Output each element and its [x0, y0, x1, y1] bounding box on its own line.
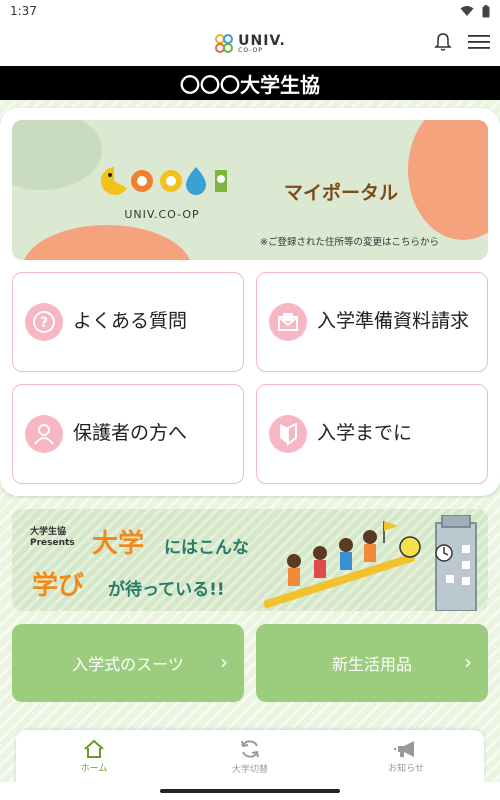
banner-heading-2-rest: が待っている!!	[108, 580, 225, 600]
nav-switch-label: 大学切替	[231, 764, 268, 775]
nav-switch-university[interactable]: 大学切替	[172, 730, 328, 782]
megaphone-icon	[394, 740, 414, 757]
portal-logo-text: UNIV.CO-OP	[124, 208, 200, 221]
logo-text: UNIV.	[238, 33, 286, 49]
banner-presenter: 大学生協 Presents	[30, 527, 75, 549]
learning-banner[interactable]: 大学生協 Presents 大学 にはこんな 学び が待っている!!	[12, 509, 488, 611]
clock-tower-illustration	[435, 515, 477, 611]
wifi-icon	[460, 6, 474, 16]
decor-blob	[12, 120, 102, 190]
decor-blob	[408, 120, 488, 240]
app-header: UNIV. CO-OP	[0, 22, 500, 66]
new-life-goods-label: 新生活用品	[331, 655, 412, 674]
decor-blob	[22, 225, 192, 260]
coop-dots-icon	[215, 34, 234, 53]
portal-title: マイポータル	[284, 182, 399, 204]
for-parents-tile[interactable]: 保護者の方へ	[12, 384, 244, 484]
before-enrollment-tile[interactable]: 入学までに	[256, 384, 488, 484]
coop-characters-icon	[100, 167, 227, 195]
status-bar: 1:37	[0, 0, 500, 22]
univ-coop-logo: UNIV. CO-OP	[214, 33, 286, 55]
person-icon	[25, 415, 63, 453]
before-enrollment-label: 入学までに	[317, 422, 413, 445]
nav-notices-label: お知らせ	[388, 763, 424, 774]
request-materials-label: 入学準備資料請求	[317, 310, 470, 333]
svg-text:?: ?	[40, 315, 48, 331]
status-time: 1:37	[10, 4, 37, 18]
banner-presenter-label: Presents	[30, 537, 75, 548]
for-parents-label: 保護者の方へ	[73, 422, 188, 445]
logo-subtext: CO-OP	[238, 47, 263, 54]
page-title: 〇〇〇大学生協	[0, 66, 500, 100]
entrance-suit-button[interactable]: 入学式のスーツ ›	[12, 624, 244, 702]
students-illustration	[264, 521, 421, 609]
status-icons	[460, 4, 490, 18]
system-nav-bar	[0, 782, 500, 800]
bottom-nav: ホーム 大学切替 お知らせ	[16, 730, 484, 782]
nav-home[interactable]: ホーム	[16, 730, 172, 782]
banner-heading-1: 大学	[92, 529, 145, 559]
my-portal-card[interactable]: UNIV.CO-OP マイポータル ※ご登録された住所等の変更はこちらから	[12, 120, 488, 260]
battery-icon	[482, 4, 490, 17]
mail-icon	[269, 303, 307, 341]
menu-icon[interactable]	[468, 34, 490, 50]
nav-notices[interactable]: お知らせ	[328, 730, 484, 782]
request-materials-tile[interactable]: 入学準備資料請求	[256, 272, 488, 372]
question-icon: ?	[25, 303, 63, 341]
banner-presenter-name: 大学生協	[30, 527, 67, 537]
home-icon	[84, 739, 104, 758]
faq-tile[interactable]: ? よくある質問	[12, 272, 244, 372]
banner-heading-1-rest: にはこんな	[164, 538, 249, 558]
new-life-goods-button[interactable]: 新生活用品 ›	[256, 624, 488, 702]
portal-note: ※ご登録された住所等の変更はこちらから	[260, 237, 439, 248]
beginner-mark-icon	[269, 415, 307, 453]
bell-icon[interactable]	[434, 32, 452, 52]
entrance-suit-label: 入学式のスーツ	[72, 655, 184, 674]
chevron-right-icon: ›	[464, 650, 472, 674]
refresh-icon	[241, 739, 259, 758]
chevron-right-icon: ›	[220, 650, 228, 674]
nav-home-label: ホーム	[80, 763, 108, 774]
coop-logo: UNIV.CO-OP	[97, 164, 227, 221]
banner-heading-2: 学び	[32, 571, 85, 601]
faq-label: よくある質問	[73, 310, 188, 333]
gesture-handle[interactable]	[160, 789, 340, 793]
